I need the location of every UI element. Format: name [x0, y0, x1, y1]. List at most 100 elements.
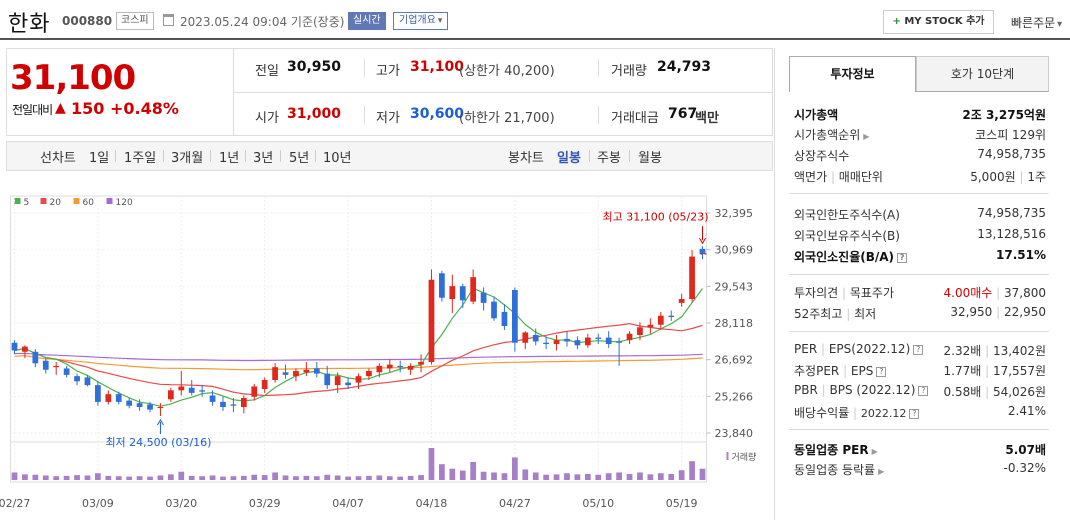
volume-bar — [167, 474, 174, 480]
period-5y[interactable]: 5년 — [289, 147, 309, 166]
tab-investment-info[interactable]: 투자정보 — [789, 56, 916, 92]
volume-bar — [209, 475, 216, 480]
trade-amount-value: 767 — [668, 106, 698, 122]
candle-body — [647, 324, 654, 328]
period-3y[interactable]: 3년 — [253, 147, 273, 166]
trade-amount-label: 거래대금 — [611, 111, 659, 126]
volume-label: 거래량 — [732, 451, 757, 463]
help-icon[interactable]: ? — [909, 408, 920, 419]
candle-body — [689, 256, 695, 300]
candle-monthly[interactable]: 월봉 — [638, 147, 662, 166]
add-my-stock-button[interactable]: + MY STOCK 추가 — [883, 10, 994, 34]
candle-weekly[interactable]: 주봉 — [597, 147, 621, 166]
divider — [115, 150, 116, 162]
volume-bar — [240, 475, 247, 480]
tab-order-book-10[interactable]: 호가 10단계 — [916, 56, 1049, 92]
help-icon[interactable]: ? — [918, 385, 929, 396]
candle-body — [501, 311, 508, 327]
industry-per-row[interactable]: 동일업종 PER ▶ 5.07배 — [794, 439, 1048, 459]
candle-body — [42, 360, 49, 370]
help-icon[interactable]: ? — [897, 252, 908, 263]
dividend-row: 배당수익률 | 2022.12? 2.41% — [794, 404, 1046, 420]
candle-body — [22, 346, 28, 352]
volume-bar — [355, 476, 362, 480]
divider — [364, 106, 365, 124]
candle-body — [303, 369, 310, 373]
stock-name: 한화 — [8, 12, 51, 37]
candle-body — [376, 365, 383, 373]
realtime-button[interactable]: 실시간 — [348, 12, 386, 30]
market-badge: 코스피 — [116, 12, 154, 30]
volume-bar — [626, 473, 633, 480]
divider — [629, 150, 630, 162]
target-value: 37,800 — [1004, 286, 1046, 300]
industry-per-value: 5.07배 — [1005, 443, 1046, 457]
bps-value: 54,026원 — [992, 385, 1046, 399]
volume-bar — [501, 473, 508, 480]
candle-body — [616, 341, 622, 343]
x-tick-label: 04/07 — [332, 497, 364, 510]
volume-bar — [418, 475, 424, 480]
volume-bar — [32, 474, 39, 480]
opinion-row: 투자의견 | 목표주가 4.00매수 | 37,800 — [794, 286, 1046, 300]
quick-order-button[interactable]: 빠른주문 — [1011, 14, 1062, 31]
market-cap-label: 시가총액 — [794, 108, 839, 122]
volume-bar — [657, 473, 664, 480]
volume-bar — [178, 471, 185, 480]
candle-body — [240, 398, 247, 408]
candle-body — [334, 376, 341, 386]
divider — [598, 59, 599, 77]
change-value: 150 — [71, 99, 105, 118]
candle-body — [167, 390, 174, 400]
candle-body — [428, 279, 435, 363]
candle-body — [626, 333, 633, 341]
x-tick-label: 03/09 — [82, 497, 114, 510]
foreign-limit-label: 외국인한도주식수(A) — [794, 208, 900, 222]
volume-bar — [511, 457, 518, 480]
period-3m[interactable]: 3개월 — [171, 147, 203, 166]
y-tick-label: 29,543 — [715, 280, 754, 293]
candle-body — [584, 337, 591, 346]
foreign-ratio-row: 외국인소진율(B/A)? 17.51% — [794, 246, 1048, 266]
volume-bar — [647, 474, 654, 480]
x-tick-label: 04/18 — [416, 497, 448, 510]
volume-bar — [678, 470, 685, 480]
volume-bar — [324, 474, 331, 480]
volume-bar — [105, 475, 112, 480]
period-1w[interactable]: 1주일 — [124, 147, 156, 166]
company-info-dropdown[interactable]: 기업개요 ▾ — [393, 12, 449, 30]
divider — [315, 150, 316, 162]
candle-body — [355, 376, 362, 383]
x-tick-label: 05/10 — [582, 497, 614, 510]
volume-bar — [439, 464, 445, 480]
industry-rate-row[interactable]: 동일업종 등락률 ▶ -0.32% — [794, 459, 1048, 479]
target-label: 목표주가 — [849, 286, 895, 300]
help-icon[interactable]: ? — [913, 344, 924, 355]
volume-bar — [63, 475, 70, 480]
week52-low-label: 최저 — [854, 307, 877, 321]
foreign-ratio-value: 17.51% — [996, 248, 1046, 262]
prev-close-label: 전일 — [255, 64, 279, 79]
candle-body — [449, 286, 456, 300]
section-divider — [789, 193, 1049, 194]
legend-label: 5 — [24, 198, 30, 208]
volume-bar — [251, 474, 258, 480]
quote-timestamp: 2023.05.24 09:04 기준(장중) — [180, 15, 345, 29]
est-per-label: 추정PER — [794, 364, 840, 378]
candle-body — [84, 377, 91, 386]
tab-underline — [916, 91, 1049, 92]
candle-body — [272, 367, 278, 381]
period-10y[interactable]: 10년 — [323, 147, 352, 166]
market-cap-row: 시가총액 2조 3,275억원 — [794, 104, 1048, 124]
section-divider — [789, 429, 1049, 430]
period-1y[interactable]: 1년 — [219, 147, 239, 166]
period-1d[interactable]: 1일 — [89, 147, 109, 166]
high-label: 고가 — [376, 64, 400, 79]
low-label: 저가 — [376, 111, 400, 126]
cap-rank-row[interactable]: 시가총액순위 ▶ 코스피 129위 — [794, 124, 1048, 144]
volume-bar — [543, 474, 550, 480]
volume-bar — [272, 472, 278, 480]
candle-daily[interactable]: 일봉 — [557, 147, 581, 166]
x-tick-label: 05/19 — [666, 497, 698, 510]
help-icon[interactable]: ? — [876, 366, 887, 377]
